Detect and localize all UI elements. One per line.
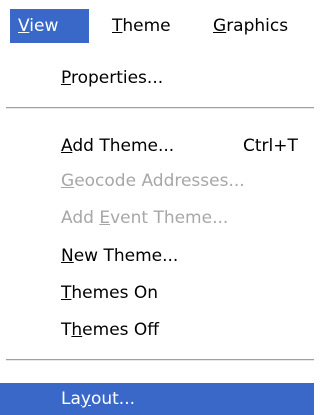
menu-item-properties[interactable]: Properties... (0, 62, 314, 94)
menu-item-layout[interactable]: Layout... (0, 383, 314, 415)
menu-bar: View Theme Graphics (0, 0, 314, 46)
view-dropdown-menu: Properties... Add Theme... Ctrl+T Geocode… (0, 46, 314, 415)
menu-item-geocode-addresses: Geocode Addresses... (61, 171, 245, 191)
menu-theme[interactable]: Theme (104, 9, 179, 43)
menu-separator (6, 359, 314, 362)
menu-separator (6, 107, 314, 110)
menu-item-add-theme[interactable]: Add Theme... Ctrl+T (0, 130, 314, 162)
menu-item-themes-off[interactable]: Themes Off (0, 314, 314, 346)
menu-view[interactable]: View (10, 9, 89, 43)
menu-item-themes-on[interactable]: Themes On (0, 277, 314, 309)
menu-graphics[interactable]: Graphics (205, 9, 296, 43)
menu-item-add-event-theme: Add Event Theme... (61, 208, 229, 228)
menu-item-new-theme[interactable]: New Theme... (0, 240, 314, 272)
add-theme-shortcut: Ctrl+T (243, 136, 298, 156)
